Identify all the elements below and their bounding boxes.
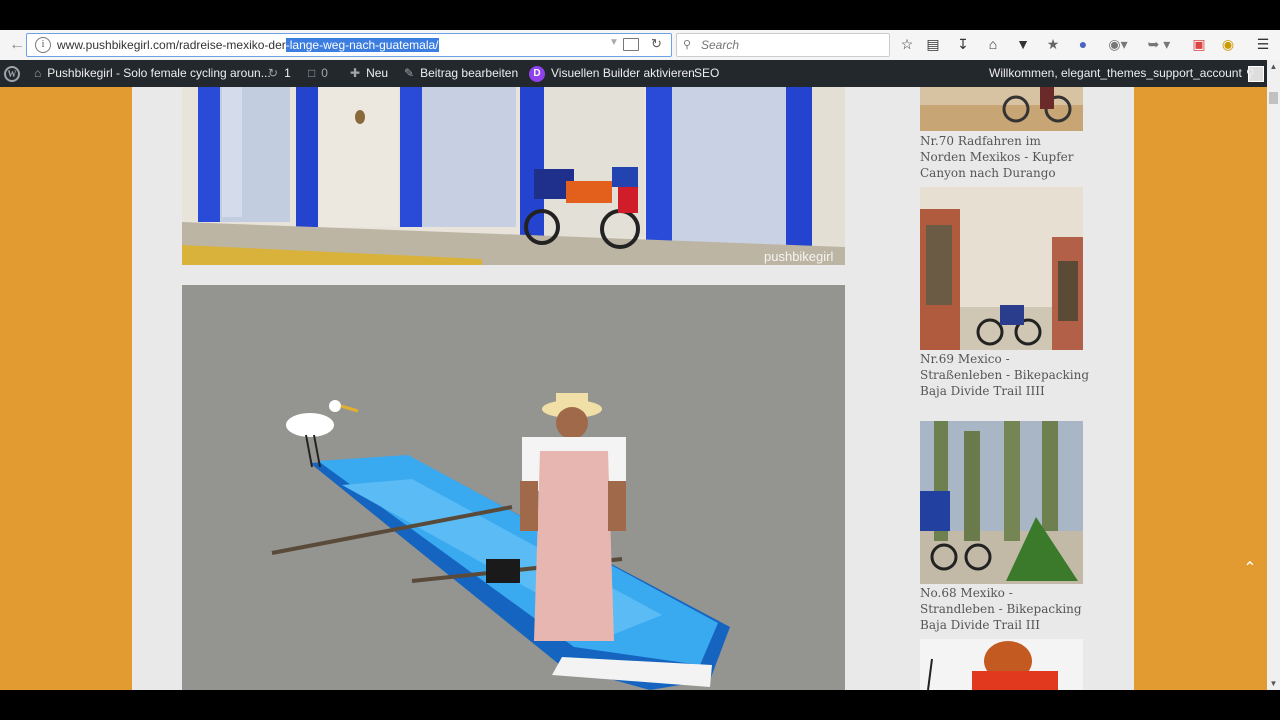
admin-search-icon[interactable]: ⚲: [1246, 60, 1255, 87]
edit-post-label: Beitrag bearbeiten: [420, 66, 519, 80]
visual-builder-link[interactable]: D Visuellen Builder aktivieren: [529, 60, 695, 87]
comment-icon: □: [308, 66, 316, 80]
chevron-up-icon: ⌃: [1243, 560, 1257, 577]
scroll-down-icon[interactable]: ▼: [1267, 677, 1280, 690]
dropdown-icon[interactable]: ▼: [609, 37, 619, 48]
search-icon: ⚲: [683, 39, 692, 51]
url-text[interactable]: www.pushbikegirl.com/radreise-mexiko-der…: [57, 37, 439, 53]
fisherman-boat-photo: [182, 285, 845, 690]
pencil-icon: ✎: [404, 66, 415, 80]
download-icon[interactable]: ↧: [954, 35, 972, 53]
page-background: pushbikegirl Nr.70 Radfahren im Norden M…: [0, 87, 1267, 690]
url-selected: -lange-weg-nach-guatemala/: [285, 38, 439, 52]
extension-icon[interactable]: ◉▾: [1104, 35, 1132, 53]
visual-builder-label: Visuellen Builder aktivieren: [551, 66, 695, 80]
comments-count: 0: [321, 66, 328, 80]
new-content-link[interactable]: ✚ Neu: [350, 60, 388, 87]
scroll-up-icon[interactable]: ▲: [1267, 60, 1280, 73]
thumb-photo-4: [920, 639, 1083, 690]
doors-bike-photo: pushbikegirl: [182, 87, 845, 265]
site-name: Pushbikegirl - Solo female cycling aroun…: [47, 66, 271, 80]
sidebar-thumb-4[interactable]: [920, 639, 1083, 690]
article-image-fisherman-boat[interactable]: [182, 285, 845, 690]
extension-icon[interactable]: ★: [1044, 35, 1062, 53]
pocket-icon[interactable]: ▼: [1014, 35, 1032, 53]
image-watermark: pushbikegirl: [764, 249, 833, 264]
reader-view-icon[interactable]: [623, 38, 639, 51]
search-bar[interactable]: ⚲: [676, 33, 890, 57]
divi-icon: D: [529, 65, 545, 82]
reading-list-icon[interactable]: ▤: [924, 35, 942, 53]
updates-link[interactable]: ↻ 1: [268, 60, 291, 87]
comments-link[interactable]: □ 0: [308, 60, 328, 87]
home-icon: ⌂: [34, 66, 42, 80]
sidebar-thumb-1[interactable]: [920, 87, 1083, 131]
reload-icon[interactable]: ↻: [651, 36, 662, 52]
seo-link[interactable]: SEO: [694, 60, 719, 87]
home-icon[interactable]: ⌂: [984, 35, 1002, 53]
scroll-to-top-button[interactable]: ⌃: [1233, 552, 1267, 586]
window-top-bar: [0, 0, 1280, 30]
browser-toolbar: ← i www.pushbikegirl.com/radreise-mexiko…: [0, 30, 1280, 61]
menu-icon[interactable]: ☰: [1254, 35, 1272, 53]
sidebar-post-title-3[interactable]: No.68 Mexiko - Strandleben - Bikepacking…: [920, 585, 1090, 633]
scrollbar-thumb[interactable]: [1269, 92, 1278, 104]
sidebar-thumb-3[interactable]: [920, 421, 1083, 584]
extension-icon[interactable]: ▣: [1190, 35, 1208, 53]
sidebar-post-title-1[interactable]: Nr.70 Radfahren im Norden Mexikos - Kupf…: [920, 133, 1090, 181]
url-prefix: www.pushbikegirl.com/radreise-mexiko-der: [57, 38, 286, 52]
extension-icon[interactable]: ◉: [1219, 35, 1237, 53]
greeting: Willkommen, elegant_themes_support_accou…: [989, 66, 1242, 80]
edit-post-link[interactable]: ✎ Beitrag bearbeiten: [404, 60, 518, 87]
new-label: Neu: [366, 66, 389, 80]
user-account-link[interactable]: Willkommen, elegant_themes_support_accou…: [989, 60, 1264, 87]
info-icon[interactable]: i: [35, 37, 51, 53]
page-scrollbar[interactable]: ▲ ▼: [1267, 60, 1280, 690]
extension-icon[interactable]: ●: [1074, 35, 1092, 53]
bookmark-star-icon[interactable]: ☆: [898, 35, 916, 53]
thumb-photo-3: [920, 421, 1083, 584]
url-bar[interactable]: i www.pushbikegirl.com/radreise-mexiko-d…: [26, 33, 672, 57]
plus-icon: ✚: [350, 66, 361, 80]
site-name-link[interactable]: ⌂ Pushbikegirl - Solo female cycling arou…: [34, 60, 271, 87]
article-image-doors-bike[interactable]: pushbikegirl: [182, 87, 845, 265]
thumb-photo-2: [920, 187, 1083, 350]
content-area: pushbikegirl Nr.70 Radfahren im Norden M…: [132, 87, 1134, 690]
wp-admin-bar: W ⌂ Pushbikegirl - Solo female cycling ar…: [0, 60, 1280, 87]
back-arrow-icon[interactable]: ←: [8, 36, 26, 54]
updates-icon: ↻: [268, 66, 279, 80]
updates-count: 1: [284, 66, 291, 80]
window-bottom-bar: [0, 690, 1280, 720]
sidebar-post-title-2[interactable]: Nr.69 Mexico - Straßenleben - Bikepackin…: [920, 351, 1090, 399]
sidebar-thumb-2[interactable]: [920, 187, 1083, 350]
thumb-photo-1: [920, 87, 1083, 131]
extension-icon[interactable]: ➥ ▾: [1142, 35, 1176, 53]
wordpress-icon[interactable]: W: [4, 60, 20, 87]
search-input[interactable]: [699, 36, 883, 54]
